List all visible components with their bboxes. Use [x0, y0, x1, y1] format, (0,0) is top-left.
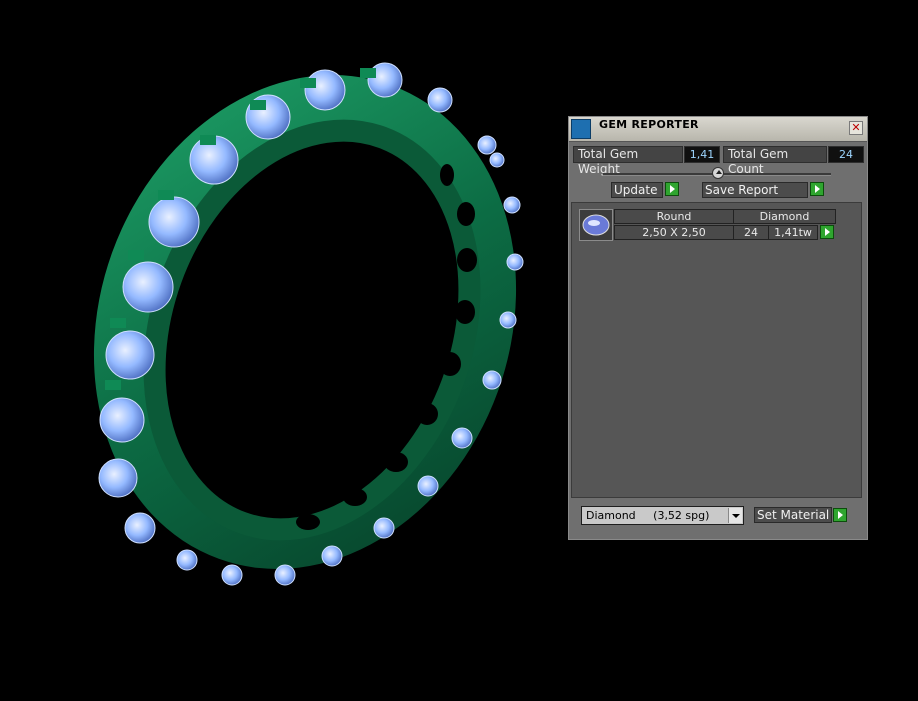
gem-count: 24 — [733, 225, 769, 240]
set-material-go-icon[interactable] — [833, 508, 847, 522]
ring-model — [93, 62, 524, 586]
save-report-go-icon[interactable] — [810, 182, 824, 196]
panel-title: GEM REPORTER — [599, 118, 699, 131]
set-material-button[interactable]: Set Material — [754, 507, 832, 523]
chevron-down-icon[interactable] — [728, 508, 742, 523]
gem-shape: Round — [614, 209, 734, 224]
gem-reporter-icon — [571, 119, 591, 139]
update-button[interactable]: Update — [611, 182, 663, 198]
gem-row-go-icon[interactable] — [820, 225, 834, 239]
gem-reporter-panel: GEM REPORTER ✕ Total Gem Weight 1,41 Tot… — [568, 116, 868, 540]
total-weight-label: Total Gem Weight — [573, 146, 683, 176]
total-weight-value: 1,41 — [684, 146, 720, 163]
total-count-label: Total Gem Count — [723, 146, 827, 176]
update-go-icon[interactable] — [665, 182, 679, 196]
gem-material: Diamond — [733, 209, 836, 224]
title-bar[interactable]: GEM REPORTER ✕ — [569, 117, 867, 142]
close-button[interactable]: ✕ — [849, 121, 863, 135]
material-select[interactable]: Diamond (3,52 spg) — [581, 506, 744, 525]
save-report-button[interactable]: Save Report — [702, 182, 808, 198]
round-gem-thumbnail[interactable] — [579, 209, 613, 241]
material-select-value: Diamond (3,52 spg) — [586, 509, 710, 522]
gem-size: 2,50 X 2,50 — [614, 225, 734, 240]
panel-slider-handle[interactable] — [712, 167, 724, 179]
gem-list — [571, 202, 862, 498]
total-count-value: 24 — [828, 146, 864, 163]
gem-weight: 1,41tw — [768, 225, 818, 240]
